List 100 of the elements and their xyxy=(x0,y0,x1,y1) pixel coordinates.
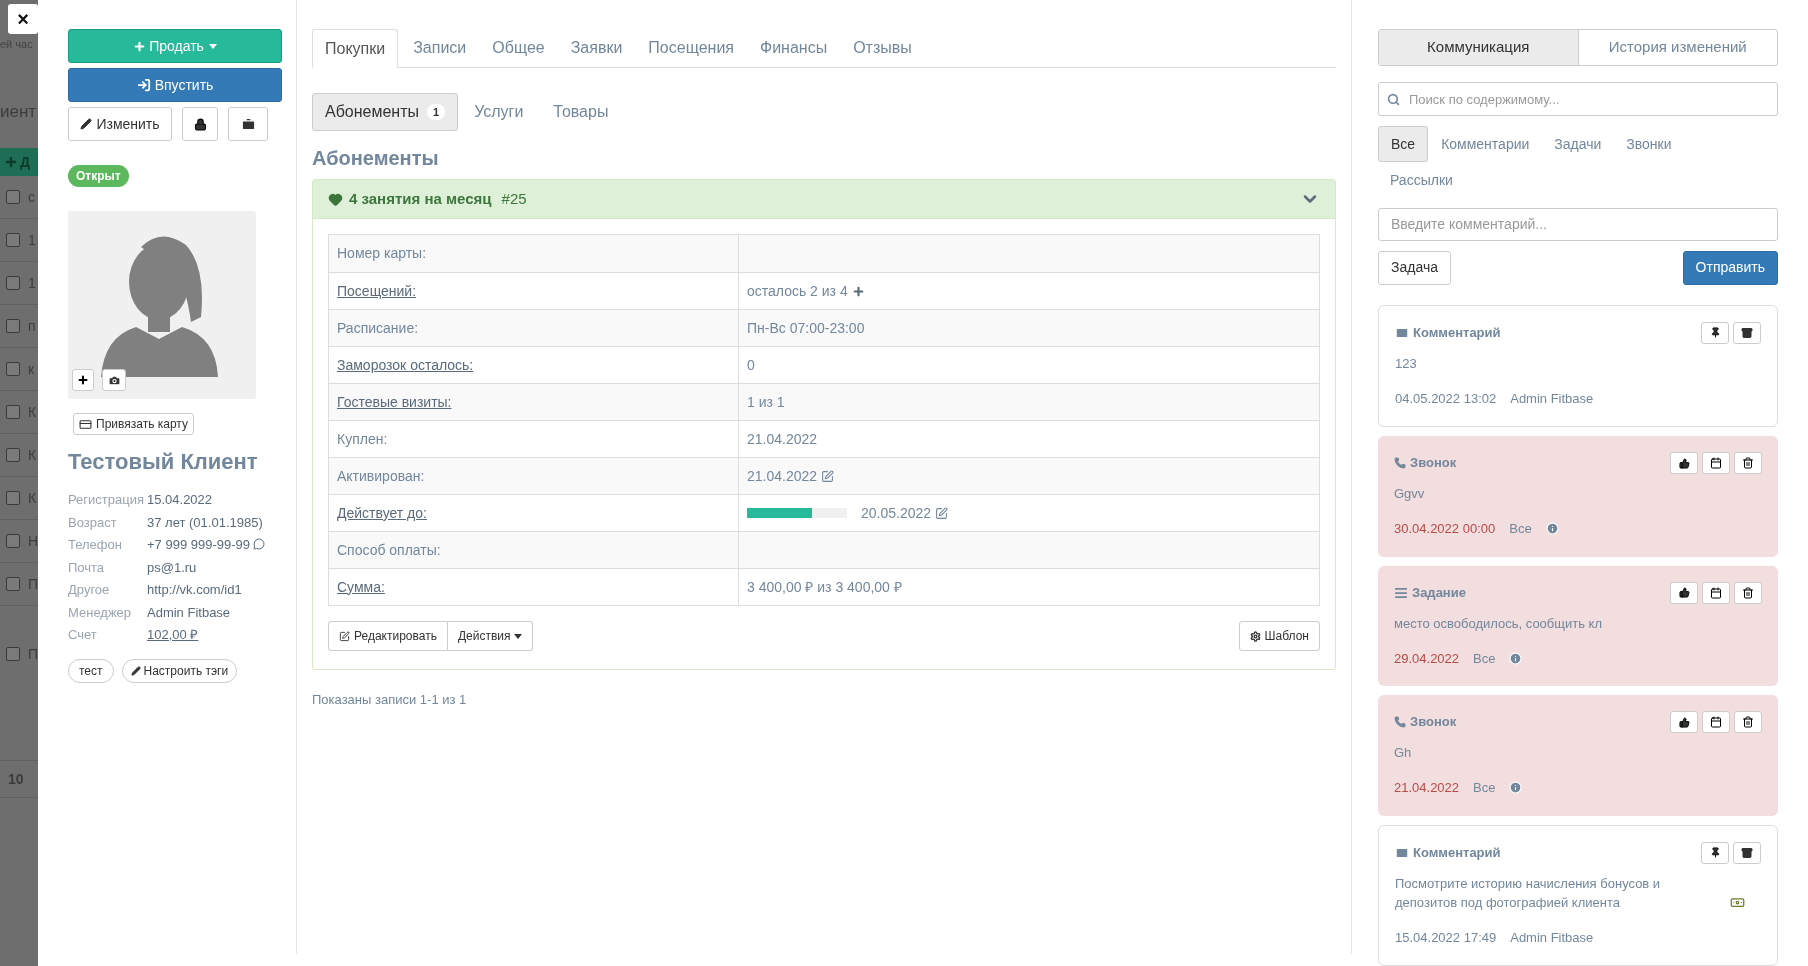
edit-membership-button[interactable]: Редактировать xyxy=(328,621,448,651)
tab[interactable]: История изменений xyxy=(1578,30,1777,66)
comment-field[interactable]: Введите комментарий... xyxy=(1378,208,1778,241)
edit-button[interactable]: Изменить xyxy=(68,107,172,141)
pin-icon xyxy=(1709,847,1721,858)
tab[interactable]: Записи xyxy=(400,29,480,67)
row-checkbox[interactable] xyxy=(6,319,20,333)
trash-icon xyxy=(1742,586,1754,599)
plus-icon xyxy=(133,39,147,53)
row-checkbox[interactable] xyxy=(6,534,20,548)
card-text: Ggvv xyxy=(1394,485,1425,503)
tab[interactable]: Общее xyxy=(479,29,558,67)
info-icon[interactable] xyxy=(1509,651,1523,665)
filter-tab[interactable]: Рассылки xyxy=(1378,162,1465,199)
tab[interactable]: Коммуникация xyxy=(1379,30,1579,66)
field-value: 3 400,00 ₽ из 3 400,00 ₽ xyxy=(747,577,902,597)
plus-icon[interactable] xyxy=(851,284,865,298)
info-label: Почта xyxy=(68,558,106,577)
template-button[interactable]: Шаблон xyxy=(1238,621,1320,651)
info-icon[interactable] xyxy=(1509,781,1523,795)
info-label: Телефон xyxy=(68,536,123,554)
card-title: Звонок xyxy=(1410,454,1457,473)
field-link[interactable]: Гостевые визиты: xyxy=(337,391,452,413)
lock-button[interactable] xyxy=(182,107,218,141)
pin-button[interactable] xyxy=(1701,841,1729,864)
info-value: Admin Fitbase xyxy=(147,603,231,622)
row-checkbox[interactable] xyxy=(6,276,20,290)
like-button[interactable] xyxy=(1670,581,1698,604)
edit-icon[interactable] xyxy=(935,506,949,520)
filter-tab[interactable]: Комментарии xyxy=(1429,126,1542,163)
membership-header[interactable]: 4 занятия на месяц #25 xyxy=(313,180,1335,219)
info-label: Менеджер xyxy=(68,603,133,622)
delete-button[interactable] xyxy=(1734,711,1762,733)
row-checkbox[interactable] xyxy=(6,362,20,376)
field-value: 21.04.2022 xyxy=(747,466,818,486)
field-link[interactable]: Действует до: xyxy=(337,502,427,524)
field-value: 0 xyxy=(747,355,755,375)
archive-button[interactable] xyxy=(1733,841,1761,864)
field-link[interactable]: Заморозок осталось: xyxy=(337,354,474,376)
plus-icon xyxy=(77,374,89,386)
add-photo-button[interactable] xyxy=(72,369,94,391)
task-button[interactable]: Задача xyxy=(1378,250,1451,285)
subtab[interactable]: Услуги xyxy=(460,93,538,131)
row-checkbox[interactable] xyxy=(6,405,20,419)
tab[interactable]: Финансы xyxy=(747,29,841,67)
tab[interactable]: Покупки xyxy=(312,29,399,68)
subtab[interactable]: Товары xyxy=(539,93,623,131)
info-value: 15.04.2022 xyxy=(147,491,213,509)
admit-button[interactable]: Впустить xyxy=(68,68,282,102)
balance-link[interactable]: 102,00 ₽ xyxy=(147,625,199,645)
close-button[interactable]: × xyxy=(8,4,38,34)
count-badge: 1 xyxy=(427,103,446,121)
delete-button[interactable] xyxy=(1734,452,1762,474)
bind-card-button[interactable]: Привязать карту xyxy=(73,413,194,435)
like-button[interactable] xyxy=(1670,711,1698,733)
camera-button[interactable] xyxy=(102,369,126,391)
actions-button[interactable]: Действия xyxy=(447,621,534,651)
tab[interactable]: Отзывы xyxy=(840,29,925,67)
card-text: место освободилось, сообщить кл xyxy=(1394,614,1602,633)
row-checkbox[interactable] xyxy=(6,647,20,661)
delete-button[interactable] xyxy=(1734,581,1762,604)
briefcase-button[interactable] xyxy=(228,107,268,141)
info-label: Возраст xyxy=(68,513,118,532)
info-label: Другое xyxy=(68,581,111,599)
card-text: Gh xyxy=(1394,744,1412,762)
search-field[interactable]: Поиск по содержимому... xyxy=(1378,82,1778,117)
archive-button[interactable] xyxy=(1733,321,1761,344)
calendar-button[interactable] xyxy=(1702,711,1730,733)
edit-icon[interactable] xyxy=(821,469,835,483)
filter-tab[interactable]: Все xyxy=(1378,126,1429,163)
card-date: 15.04.2022 17:49 xyxy=(1395,928,1497,947)
filter-tab[interactable]: Задачи xyxy=(1542,126,1614,163)
calendar-button[interactable] xyxy=(1702,581,1730,604)
filter-tab[interactable]: Звонки xyxy=(1614,126,1684,163)
records-info: Показаны записи 1-1 из 1 xyxy=(312,691,468,709)
like-button[interactable] xyxy=(1670,452,1698,474)
row-checkbox[interactable] xyxy=(6,577,20,591)
card-text: 123 xyxy=(1395,354,1417,373)
row-checkbox[interactable] xyxy=(6,448,20,462)
info-icon[interactable] xyxy=(1545,522,1559,536)
subtab[interactable]: Абонементы 1 xyxy=(312,93,459,131)
send-button[interactable]: Отправить xyxy=(1682,250,1778,285)
field-link[interactable]: Посещений: xyxy=(337,280,417,302)
card-text: Посмотрите историю начисления бонусов и депозитов под фотографией клиента xyxy=(1395,874,1662,912)
tab[interactable]: Заявки xyxy=(557,29,636,67)
row-checkbox[interactable] xyxy=(6,190,20,204)
phone-icon xyxy=(1394,457,1406,469)
card-title: Комментарий xyxy=(1413,843,1501,862)
pin-button[interactable] xyxy=(1701,321,1729,344)
caret-icon xyxy=(208,43,217,49)
calendar-button[interactable] xyxy=(1702,452,1730,474)
info-label: Регистрация xyxy=(68,491,145,509)
card-author: Все xyxy=(1509,520,1532,538)
row-checkbox[interactable] xyxy=(6,233,20,247)
field-link[interactable]: Сумма: xyxy=(337,576,385,598)
tab[interactable]: Посещения xyxy=(635,29,747,67)
row-checkbox[interactable] xyxy=(6,491,20,505)
field-value: 21.04.2022 xyxy=(747,429,818,449)
trash-icon xyxy=(1742,716,1754,728)
field-label: Активирован: xyxy=(337,466,425,486)
